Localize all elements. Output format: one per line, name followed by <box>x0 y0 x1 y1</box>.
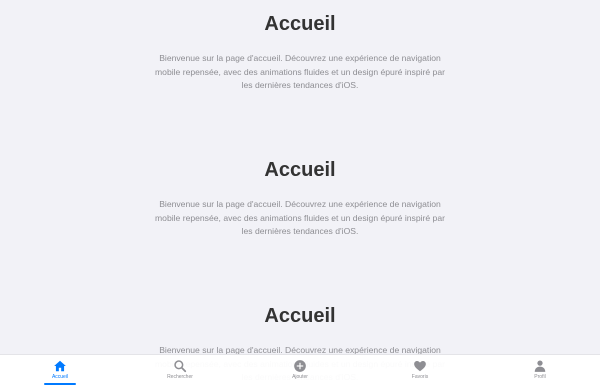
section-text: Bienvenue sur la page d'accueil. Découvr… <box>155 199 445 236</box>
heart-icon <box>414 361 426 372</box>
home-section: Accueil Bienvenue sur la page d'accueil.… <box>0 158 600 239</box>
tab-bar: Accueil Rechercher Ajouter Favoris Profi… <box>0 354 600 385</box>
home-icon <box>54 360 66 372</box>
section-title: Accueil <box>264 159 336 181</box>
tab-search[interactable]: Rechercher <box>120 355 240 385</box>
tab-label: Accueil <box>51 374 69 380</box>
search-icon <box>174 360 187 373</box>
tab-label: Profil <box>534 374 546 380</box>
tab-profile[interactable]: Profil <box>480 355 600 385</box>
add-circle-icon <box>294 360 306 372</box>
home-section: Accueil Bienvenue sur la page d'accueil.… <box>0 12 600 93</box>
section-title: Accueil <box>264 13 336 35</box>
tab-label: Ajouter <box>292 374 308 380</box>
tab-label: Rechercher <box>167 374 193 380</box>
section-title: Accueil <box>264 305 336 327</box>
tab-favorites[interactable]: Favoris <box>360 355 480 385</box>
tab-label: Favoris <box>411 374 429 380</box>
section-text: Bienvenue sur la page d'accueil. Découvr… <box>155 53 445 90</box>
person-icon <box>534 360 546 372</box>
tab-home[interactable]: Accueil <box>0 355 120 385</box>
main-scroll-area[interactable]: Accueil Bienvenue sur la page d'accueil.… <box>0 0 600 384</box>
tab-add[interactable]: Ajouter <box>240 355 360 385</box>
